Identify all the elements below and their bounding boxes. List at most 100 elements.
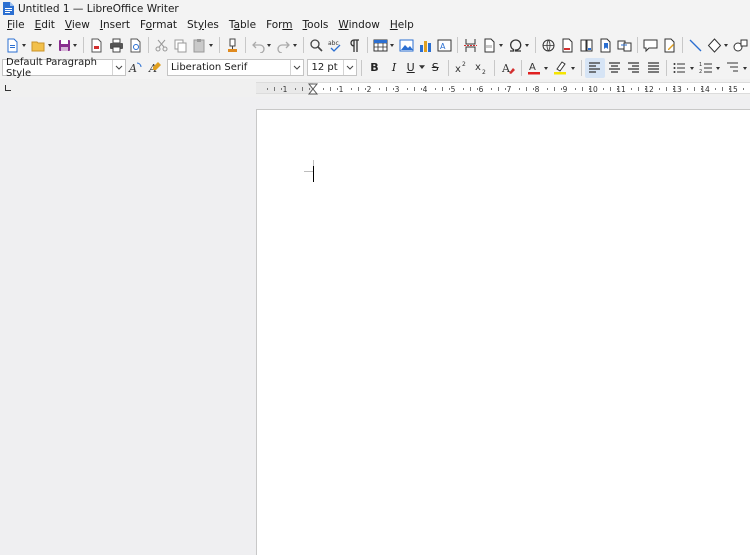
ruler-label: 14 [700, 85, 710, 94]
insert-text-box-button[interactable]: A [435, 35, 454, 55]
insert-chart-button[interactable] [416, 35, 435, 55]
update-style-button[interactable]: A [126, 58, 146, 78]
cut-button[interactable] [152, 35, 171, 55]
menu-styles[interactable]: Styles [182, 17, 224, 34]
paste-button[interactable] [190, 35, 216, 55]
update-style-icon: A [128, 62, 142, 75]
font-size-combo[interactable]: 12 pt [307, 59, 357, 76]
toolbar-separator [303, 37, 305, 53]
insert-page-break-button[interactable] [461, 35, 480, 55]
insert-special-character-button[interactable] [506, 35, 532, 55]
chevron-down-icon[interactable] [290, 60, 303, 75]
menu-format[interactable]: Format [135, 17, 182, 34]
font-name-combo[interactable]: Liberation Serif [166, 59, 305, 76]
outline-list-button[interactable] [723, 58, 750, 78]
menu-tools[interactable]: Tools [298, 17, 334, 34]
clear-formatting-button[interactable]: A [498, 58, 518, 78]
draw-functions-button[interactable] [731, 35, 750, 55]
insert-hyperlink-button[interactable] [539, 35, 558, 55]
ruler-ticks: 1 1 2 3 4 5 6 7 8 9 10 11 12 13 14 15 [267, 83, 744, 95]
copy-button[interactable] [171, 35, 190, 55]
menu-help[interactable]: Help [385, 17, 419, 34]
subscript-button[interactable]: x2 [472, 58, 492, 78]
justify-button[interactable] [644, 58, 664, 78]
ruler-tick [694, 87, 695, 91]
chevron-down-icon[interactable] [342, 60, 356, 75]
save-button[interactable] [55, 35, 81, 55]
superscript-button[interactable]: x2 [452, 58, 472, 78]
highlighting-color-button[interactable] [551, 58, 578, 78]
formatting-marks-button[interactable] [345, 35, 364, 55]
ruler-label: 2 [367, 85, 372, 94]
menu-bar: File Edit View Insert Format Styles Table Form T… [0, 17, 750, 34]
svg-text:2: 2 [699, 69, 702, 75]
ruler-label: 6 [479, 85, 484, 94]
ruler-tick [547, 88, 548, 90]
menu-table[interactable]: Table [224, 17, 261, 34]
underline-dropdown[interactable] [418, 58, 426, 78]
align-right-button[interactable] [624, 58, 644, 78]
undo-button[interactable] [249, 35, 275, 55]
insert-image-button[interactable] [397, 35, 416, 55]
diamond-icon [708, 37, 722, 53]
chevron-down-icon[interactable] [111, 60, 125, 75]
find-replace-button[interactable] [307, 35, 326, 55]
ordered-list-button[interactable]: 12 [697, 58, 724, 78]
ruler-tick [295, 88, 296, 90]
document-page[interactable] [256, 109, 750, 555]
strikethrough-button[interactable]: S [425, 58, 445, 78]
spelling-button[interactable]: abc [326, 35, 345, 55]
omega-icon [510, 38, 522, 52]
basic-shapes-button[interactable] [705, 35, 731, 55]
menu-file[interactable]: File [2, 17, 30, 34]
shapes-icon [733, 39, 748, 51]
ruler-tick [603, 88, 604, 90]
unordered-list-button[interactable] [670, 58, 697, 78]
menu-view[interactable]: View [60, 17, 95, 34]
align-center-button[interactable] [605, 58, 625, 78]
ruler-label: 13 [672, 85, 682, 94]
document-workspace [0, 97, 750, 555]
menu-window[interactable]: Window [333, 17, 384, 34]
ruler-tick [631, 88, 632, 90]
menu-insert[interactable]: Insert [95, 17, 135, 34]
formatting-toolbar: Default Paragraph Style A A Liberation S… [0, 56, 750, 79]
insert-table-button[interactable] [371, 35, 397, 55]
ruler-tick [407, 88, 408, 90]
italic-button[interactable]: I [384, 58, 404, 78]
ruler-tick [274, 87, 275, 91]
insert-field-button[interactable] [480, 35, 506, 55]
insert-bookmark-button[interactable] [596, 35, 615, 55]
insert-footnote-button[interactable] [558, 35, 577, 55]
new-style-button[interactable]: A [145, 58, 165, 78]
print-button[interactable] [107, 35, 126, 55]
menu-edit[interactable]: Edit [30, 17, 60, 34]
ruler-tick [526, 87, 527, 91]
open-button[interactable] [29, 35, 55, 55]
ruler-tick [582, 87, 583, 91]
insert-cross-reference-button[interactable] [615, 35, 634, 55]
tab-stop-type-icon[interactable] [5, 85, 11, 91]
toolbar-separator [637, 37, 639, 53]
new-document-button[interactable] [3, 35, 29, 55]
insert-endnote-button[interactable] [577, 35, 596, 55]
menu-form[interactable]: Form [261, 17, 297, 34]
clone-formatting-button[interactable] [222, 35, 241, 55]
export-pdf-button[interactable] [87, 35, 106, 55]
track-changes-button[interactable] [660, 35, 679, 55]
toolbar-separator [244, 37, 246, 53]
print-preview-button[interactable] [126, 35, 145, 55]
svg-text:1: 1 [699, 62, 702, 68]
indent-marker[interactable] [307, 83, 319, 95]
horizontal-ruler[interactable]: 1 1 2 3 4 5 6 7 8 9 10 11 12 13 14 15 [256, 82, 750, 95]
page-break-icon [464, 38, 478, 52]
paragraph-style-combo[interactable]: Default Paragraph Style [2, 57, 126, 79]
font-color-button[interactable]: A [525, 58, 552, 78]
insert-line-button[interactable] [686, 35, 705, 55]
bold-button[interactable]: B [365, 58, 385, 78]
ruler-label: 9 [563, 85, 568, 94]
align-left-button[interactable] [584, 57, 605, 78]
underline-button[interactable]: U [404, 58, 418, 78]
redo-button[interactable] [274, 35, 300, 55]
insert-comment-button[interactable] [641, 35, 660, 55]
